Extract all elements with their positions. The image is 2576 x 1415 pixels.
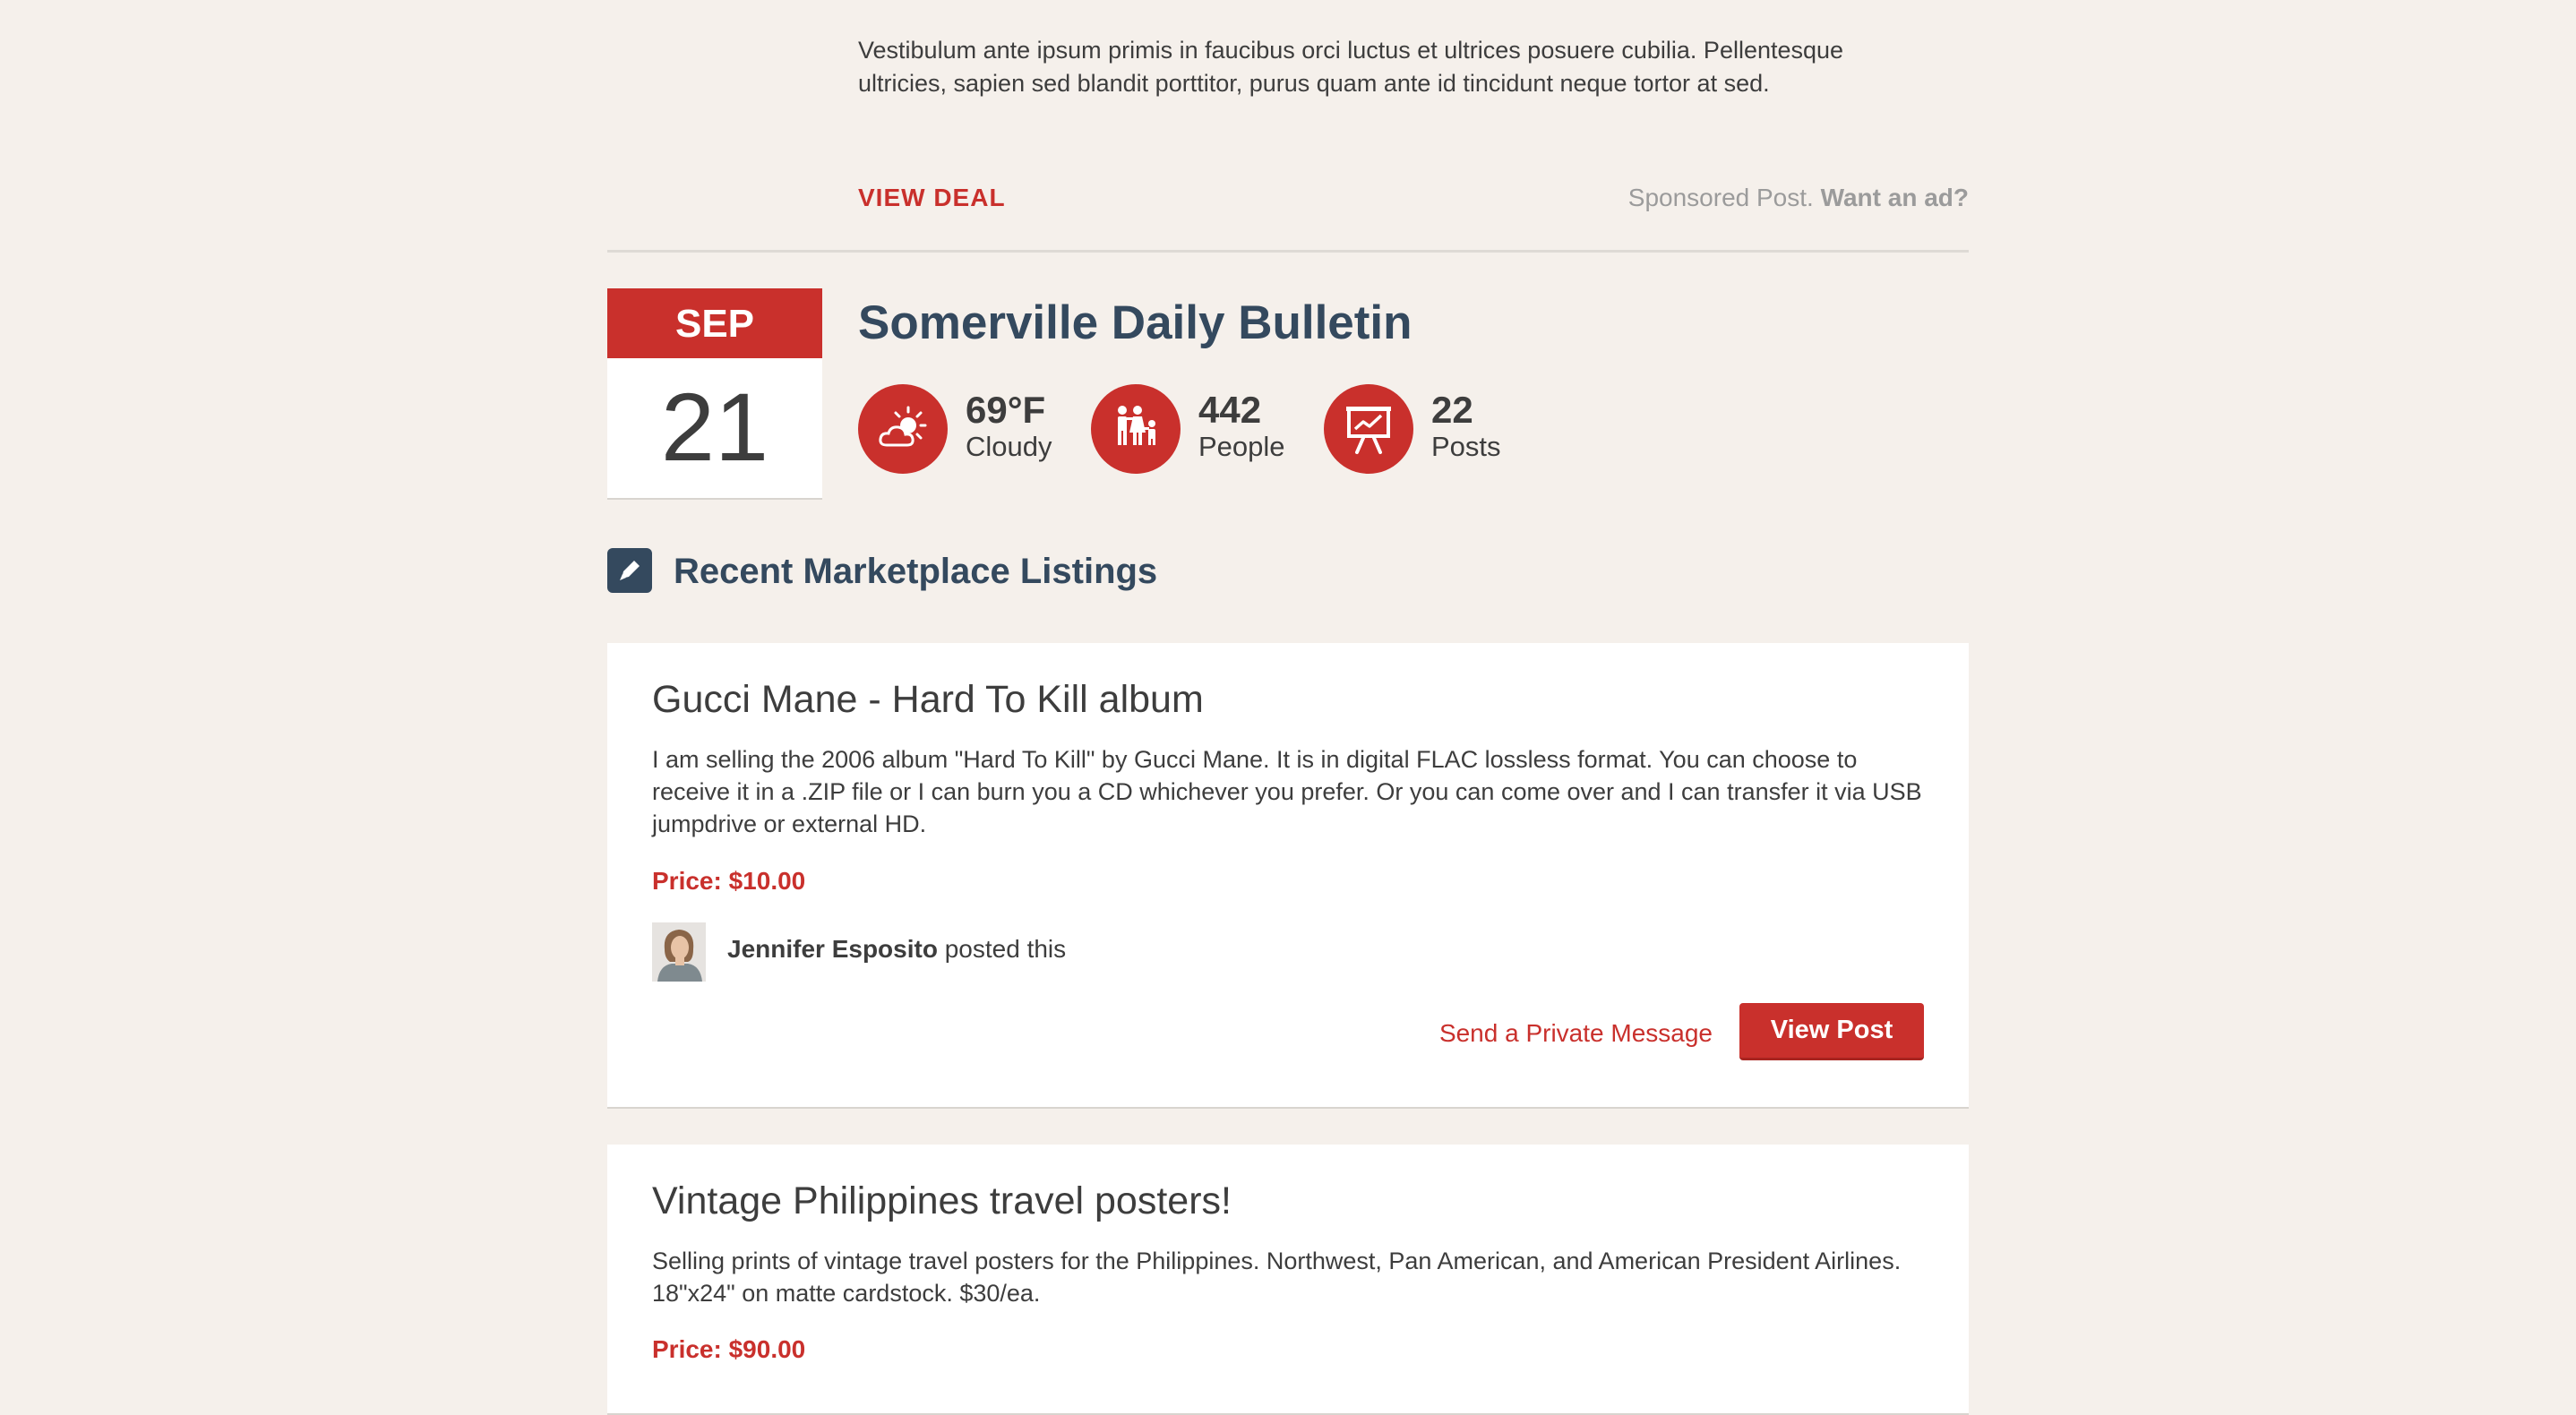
poster-name[interactable]: Jennifer Esposito [727, 935, 938, 963]
listing-actions: Send a Private Message View Post [1297, 1003, 1924, 1060]
posts-count: 22 [1431, 389, 1473, 431]
listing-price: Price: $90.00 [652, 1335, 806, 1363]
poster-text: Jennifer Esposito posted this [727, 935, 1066, 964]
date-badge: SEP 21 [607, 288, 822, 500]
date-month: SEP [607, 288, 822, 358]
view-post-button[interactable]: View Post [1739, 1003, 1924, 1060]
weather-icon [858, 384, 948, 474]
listing-description: I am selling the 2006 album "Hard To Kil… [652, 746, 1922, 837]
view-deal-link[interactable]: VIEW DEAL [858, 184, 1006, 212]
ad-text: Vestibulum ante ipsum primis in faucibus… [858, 37, 1844, 97]
weather-temperature: 69°F [966, 389, 1046, 431]
sponsored-label: Sponsored Post. [1627, 184, 1814, 211]
send-private-message-link[interactable]: Send a Private Message [1439, 1019, 1713, 1048]
tag-pencil-icon [607, 548, 652, 593]
listing-title[interactable]: Vintage Philippines travel posters! [652, 1177, 1232, 1225]
listing-card: Vintage Philippines travel posters! Sell… [607, 1145, 1969, 1415]
date-day: 21 [660, 373, 769, 481]
listing-card: Gucci Mane - Hard To Kill album I am sel… [607, 643, 1969, 1109]
page: Vestibulum ante ipsum primis in faucibus… [0, 0, 2576, 1415]
people-count: 442 [1198, 389, 1262, 431]
avatar[interactable] [652, 922, 706, 982]
listing-price: Price: $10.00 [652, 867, 806, 895]
weather-condition: Cloudy [966, 431, 1052, 462]
sponsored-note: Sponsored Post. Want an ad? [1628, 184, 1969, 212]
people-icon [1091, 384, 1181, 474]
presentation-icon [1324, 384, 1413, 474]
listing-title[interactable]: Gucci Mane - Hard To Kill album [652, 675, 1204, 724]
ad-footer: VIEW DEAL Sponsored Post. Want an ad? [858, 184, 1969, 219]
section-title: Recent Marketplace Listings [674, 552, 1158, 591]
posts-label: Posts [1431, 431, 1501, 462]
people-label: People [1198, 431, 1285, 462]
bulletin-title: Somerville Daily Bulletin [858, 296, 1413, 349]
divider [607, 250, 1969, 253]
want-ad-link[interactable]: Want an ad? [1821, 184, 1969, 211]
listing-description: Selling prints of vintage travel posters… [652, 1248, 1902, 1307]
poster-suffix: posted this [937, 935, 1067, 963]
